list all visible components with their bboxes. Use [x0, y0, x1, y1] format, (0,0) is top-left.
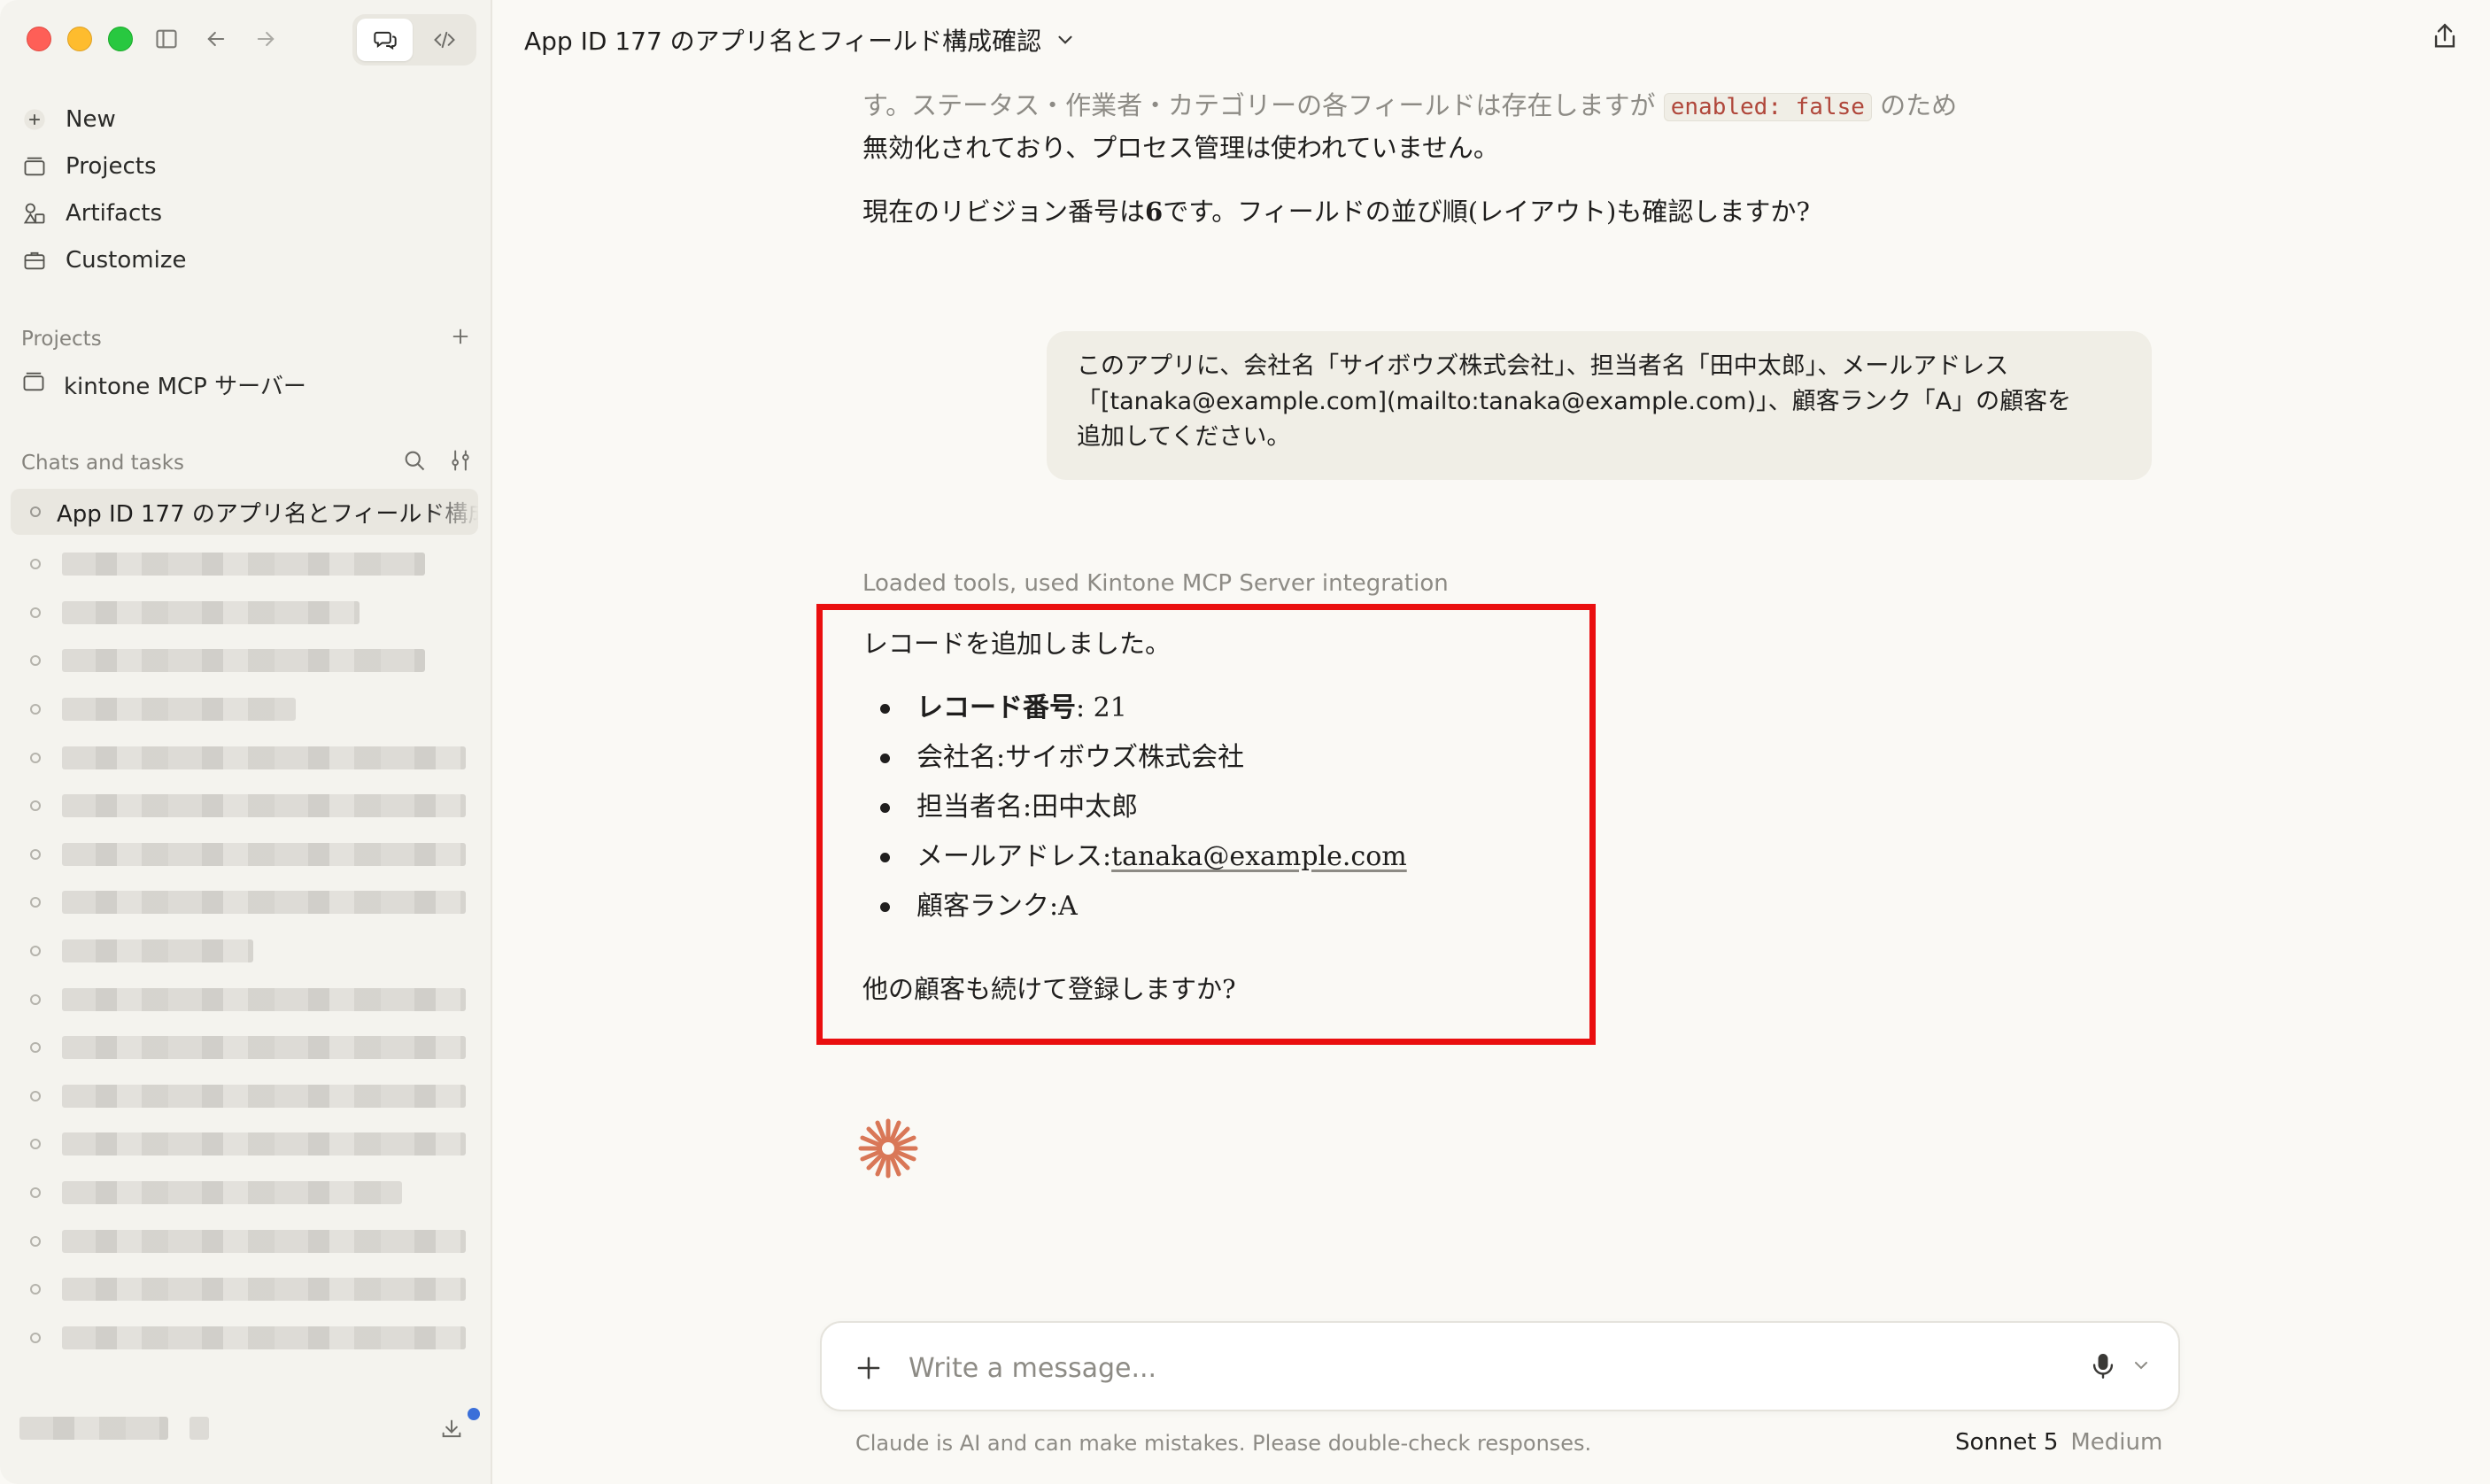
list-item: 担当者名:田中太郎: [862, 783, 1571, 832]
response-followup-question: 他の顧客も続けて登録しますか?: [862, 974, 1236, 1004]
claude-spark-icon: [858, 1118, 918, 1179]
nav-projects[interactable]: Projects: [16, 143, 476, 189]
conversation-title-dropdown[interactable]: App ID 177 のアプリ名とフィールド構成確認: [524, 19, 1077, 60]
sidebar-toggle-icon[interactable]: [149, 21, 184, 57]
add-project-icon[interactable]: [448, 324, 473, 354]
code-mode-icon[interactable]: [416, 19, 472, 61]
nav-customize[interactable]: Customize: [16, 236, 476, 283]
assistant-text-line: す。ステータス・作業者・カテゴリーの各フィールドは存在しますが enabled:…: [862, 90, 1958, 121]
chat-item[interactable]: [30, 637, 473, 685]
email-link[interactable]: tanaka@example.com: [1111, 841, 1407, 872]
conversation-previous-message: す。ステータス・作業者・カテゴリーの各フィールドは存在しますが enabled:…: [862, 85, 2155, 232]
mode-toggle: [352, 14, 476, 66]
chat-item[interactable]: [30, 782, 473, 831]
sidebar: New Projects Artifacts Customize Project…: [0, 0, 492, 1484]
chat-item[interactable]: [30, 831, 473, 879]
list-item: 会社名:サイボウズ株式会社: [862, 733, 1571, 783]
forward-arrow-icon[interactable]: [248, 21, 283, 57]
nav-new-label: New: [66, 105, 116, 133]
message-composer: [820, 1321, 2180, 1411]
close-window-button[interactable]: [27, 27, 51, 51]
chat-item[interactable]: [30, 1217, 473, 1265]
model-effort: Medium: [2070, 1429, 2163, 1456]
chats-section-header: Chats and tasks: [21, 448, 473, 478]
chat-item[interactable]: [30, 878, 473, 927]
microphone-icon[interactable]: [2088, 1351, 2120, 1383]
chat-item[interactable]: [30, 1024, 473, 1072]
page-title: App ID 177 のアプリ名とフィールド構成確認: [524, 27, 1042, 56]
nav-customize-label: Customize: [66, 246, 187, 274]
record-fields-list: レコード番号: 21 会社名:サイボウズ株式会社 担当者名:田中太郎 メールアド…: [862, 684, 1571, 931]
app-window: New Projects Artifacts Customize Project…: [0, 0, 2490, 1484]
nav-artifacts-label: Artifacts: [66, 199, 163, 227]
message-input[interactable]: [909, 1346, 1971, 1390]
chat-item[interactable]: [30, 1072, 473, 1121]
disclaimer-text: Claude is AI and can make mistakes. Plea…: [855, 1431, 1592, 1456]
assistant-text-line: 無効化されており、プロセス管理は使われていません。: [862, 133, 1499, 163]
nav-artifacts[interactable]: Artifacts: [16, 189, 476, 236]
list-item: レコード番号: 21: [862, 684, 1571, 733]
user-message-bubble: このアプリに、会社名「サイボウズ株式会社」、担当者名「田中太郎」、メールアドレス…: [1047, 331, 2152, 480]
download-icon[interactable]: [439, 1417, 475, 1447]
chat-item-active[interactable]: App ID 177 のアプリ名とフィールド構成確認: [11, 489, 478, 535]
folder-icon: [21, 153, 48, 180]
chat-item[interactable]: [30, 927, 473, 976]
chat-item[interactable]: [30, 540, 473, 589]
nav-projects-label: Projects: [66, 152, 157, 180]
artifacts-icon: [21, 200, 48, 227]
back-arrow-icon[interactable]: [198, 21, 234, 57]
search-icon[interactable]: [402, 448, 427, 478]
project-item-kintone[interactable]: kintone MCP サーバー: [21, 368, 306, 401]
chevron-down-icon[interactable]: [2130, 1355, 2155, 1380]
notification-badge: [468, 1408, 480, 1420]
assistant-text-line: 現在のリビジョン番号は6です。フィールドの並び順(レイアウト)も確認しますか?: [862, 197, 1810, 227]
plus-icon: [21, 106, 48, 133]
maximize-window-button[interactable]: [108, 27, 133, 51]
user-profile[interactable]: [19, 1417, 209, 1440]
briefcase-icon: [21, 247, 48, 274]
sidebar-nav: New Projects Artifacts Customize: [16, 96, 476, 283]
list-item: 顧客ランク:A: [862, 882, 1571, 931]
projects-section-header: Projects: [21, 324, 473, 354]
chat-item[interactable]: [30, 1265, 473, 1314]
chats-header-label: Chats and tasks: [21, 452, 185, 475]
chat-item[interactable]: [30, 1169, 473, 1217]
nav-new-chat[interactable]: New: [16, 96, 476, 143]
share-icon[interactable]: [2430, 21, 2465, 57]
model-name: Sonnet 5: [1955, 1429, 2059, 1456]
chat-item[interactable]: [30, 1314, 473, 1363]
folder-icon: [21, 369, 46, 400]
chat-status-dot: [30, 506, 41, 517]
chat-item[interactable]: [30, 975, 473, 1024]
chat-mode-icon[interactable]: [357, 19, 413, 61]
chat-item[interactable]: [30, 685, 473, 734]
chat-item-title: App ID 177 のアプリ名とフィールド構成確認: [57, 500, 478, 528]
tool-usage-summary[interactable]: Loaded tools, used Kintone MCP Server in…: [862, 570, 1449, 597]
inline-code: enabled: false: [1663, 93, 1872, 121]
project-label: kintone MCP サーバー: [64, 374, 306, 400]
chat-list-redacted: [30, 540, 473, 1362]
minimize-window-button[interactable]: [67, 27, 92, 51]
attach-plus-icon[interactable]: [852, 1351, 885, 1385]
sidebar-toolbar: [149, 21, 283, 57]
projects-header-label: Projects: [21, 328, 102, 351]
filter-sliders-icon[interactable]: [448, 448, 473, 478]
assistant-response: レコードを追加しました。 レコード番号: 21 会社名:サイボウズ株式会社 担当…: [862, 623, 1571, 1009]
chevron-down-icon: [1058, 35, 1072, 44]
window-controls: [27, 27, 133, 51]
list-item: メールアドレス:tanaka@example.com: [862, 832, 1571, 882]
chat-item[interactable]: [30, 733, 473, 782]
model-selector[interactable]: Sonnet 5 Medium: [1955, 1429, 2162, 1456]
response-lead: レコードを追加しました。: [862, 629, 1172, 659]
chat-item[interactable]: [30, 589, 473, 638]
chat-item[interactable]: [30, 1120, 473, 1169]
